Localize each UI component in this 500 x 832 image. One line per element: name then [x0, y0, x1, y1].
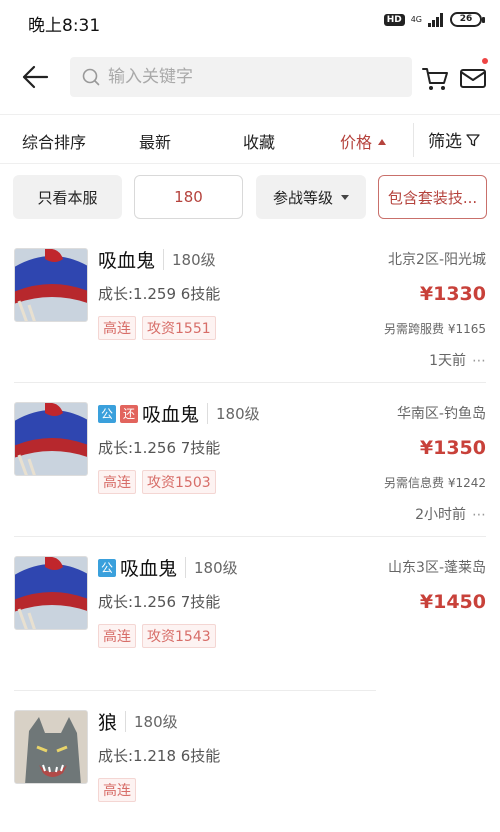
- pet-level: 180级: [163, 249, 216, 270]
- battle-level-dropdown[interactable]: 参战等级: [256, 175, 366, 219]
- cart-icon[interactable]: [420, 63, 450, 93]
- growth-skills: 成长:1.256 7技能: [98, 439, 221, 457]
- listing-time: 1天前 ⋯: [429, 350, 486, 370]
- public-badge: 公: [98, 558, 116, 577]
- funnel-icon: [466, 133, 480, 146]
- listing-card[interactable]: 公 吸血鬼 180级 成长:1.256 7技能 高连 攻资1543 山东3区-蓬…: [0, 538, 500, 691]
- listing-card[interactable]: 公 还 吸血鬼 180级 成长:1.256 7技能 高连 攻资1503 华南区-…: [0, 384, 500, 537]
- hd-icon: HD: [383, 13, 405, 26]
- chevron-down-icon: [341, 194, 349, 200]
- battle-level-label: 参战等级: [272, 188, 333, 207]
- tags: 高连: [98, 778, 136, 802]
- tag: 高连: [98, 470, 136, 494]
- price: ¥1330: [419, 283, 486, 305]
- pet-thumbnail-vampire: [14, 402, 88, 476]
- include-skills-chip[interactable]: 包含套装技...: [378, 175, 487, 219]
- divider: [14, 690, 376, 691]
- filter-label: 筛选: [428, 132, 462, 152]
- tag: 高连: [98, 316, 136, 340]
- more-icon[interactable]: ⋯: [472, 353, 486, 369]
- filter-button[interactable]: 筛选: [428, 127, 480, 152]
- divider: [14, 382, 486, 383]
- level-value-chip[interactable]: 180: [134, 175, 243, 219]
- name-row: 狼 180级: [98, 708, 178, 735]
- sort-price-label: 价格: [340, 133, 373, 152]
- bargain-badge: 还: [120, 404, 138, 423]
- pet-level: 180级: [207, 403, 260, 424]
- sort-favorites[interactable]: 收藏: [243, 129, 275, 153]
- search-input[interactable]: [108, 67, 388, 87]
- divider: [413, 123, 414, 157]
- price: ¥1450: [419, 591, 486, 613]
- name-row: 吸血鬼 180级: [98, 246, 216, 273]
- sort-ascending-icon: [378, 139, 387, 145]
- sort-bar: 综合排序 最新 收藏 价格 筛选: [0, 114, 500, 164]
- tag: 攻资1503: [142, 470, 216, 494]
- tag: 攻资1543: [142, 624, 216, 648]
- search-box[interactable]: [70, 57, 412, 97]
- more-icon[interactable]: ⋯: [472, 507, 486, 523]
- pet-name: 吸血鬼: [98, 250, 156, 272]
- pet-name: 狼: [98, 712, 118, 734]
- pet-thumbnail-wolf: [14, 710, 88, 784]
- tags: 高连 攻资1551: [98, 316, 216, 340]
- public-badge: 公: [98, 404, 116, 423]
- name-row: 公 吸血鬼 180级: [98, 554, 238, 581]
- search-icon: [82, 68, 100, 86]
- tag: 高连: [98, 778, 136, 802]
- listing-time: 2小时前 ⋯: [415, 504, 486, 524]
- pet-thumbnail-vampire: [14, 248, 88, 322]
- pet-level: 180级: [125, 711, 178, 732]
- listing-card[interactable]: 狼 180级 成长:1.218 6技能 高连: [0, 692, 500, 832]
- name-row: 公 还 吸血鬼 180级: [98, 400, 260, 427]
- status-time: 晚上8:31: [28, 16, 101, 36]
- pet-name: 吸血鬼: [142, 404, 200, 426]
- divider: [14, 536, 486, 537]
- time-text: 2小时前: [415, 507, 466, 523]
- notification-dot: [482, 58, 488, 64]
- pet-level: 180级: [185, 557, 238, 578]
- message-icon[interactable]: [458, 63, 488, 93]
- pet-name: 吸血鬼: [120, 558, 178, 580]
- status-icons: HD 4G 26: [383, 12, 485, 27]
- sort-price[interactable]: 价格: [340, 129, 387, 153]
- server-name: 山东3区-蓬莱岛: [388, 560, 486, 576]
- sort-comprehensive[interactable]: 综合排序: [22, 129, 86, 153]
- extra-fee: 另需跨服费 ¥1165: [384, 322, 486, 336]
- time-text: 1天前: [429, 353, 466, 369]
- growth-skills: 成长:1.259 6技能: [98, 285, 221, 303]
- pet-thumbnail-vampire: [14, 556, 88, 630]
- tag: 攻资1551: [142, 316, 216, 340]
- tags: 高连 攻资1503: [98, 470, 216, 494]
- only-this-server-chip[interactable]: 只看本服: [13, 175, 122, 219]
- header: [0, 48, 500, 108]
- server-name: 北京2区-阳光城: [388, 252, 486, 268]
- extra-fee: 另需信息费 ¥1242: [384, 476, 486, 490]
- back-arrow-icon[interactable]: [20, 62, 50, 92]
- network-label: 4G: [410, 14, 422, 24]
- sort-newest[interactable]: 最新: [139, 129, 171, 153]
- price: ¥1350: [419, 437, 486, 459]
- growth-skills: 成长:1.218 6技能: [98, 747, 221, 765]
- tag: 高连: [98, 624, 136, 648]
- tags: 高连 攻资1543: [98, 624, 216, 648]
- battery-icon: 26: [450, 12, 485, 27]
- growth-skills: 成长:1.256 7技能: [98, 593, 221, 611]
- status-bar: 晚上8:31 HD 4G 26: [0, 0, 500, 44]
- signal-icon: [428, 12, 443, 27]
- listing-card[interactable]: 吸血鬼 180级 成长:1.259 6技能 高连 攻资1551 北京2区-阳光城…: [0, 230, 500, 383]
- server-name: 华南区-钓鱼岛: [396, 406, 486, 422]
